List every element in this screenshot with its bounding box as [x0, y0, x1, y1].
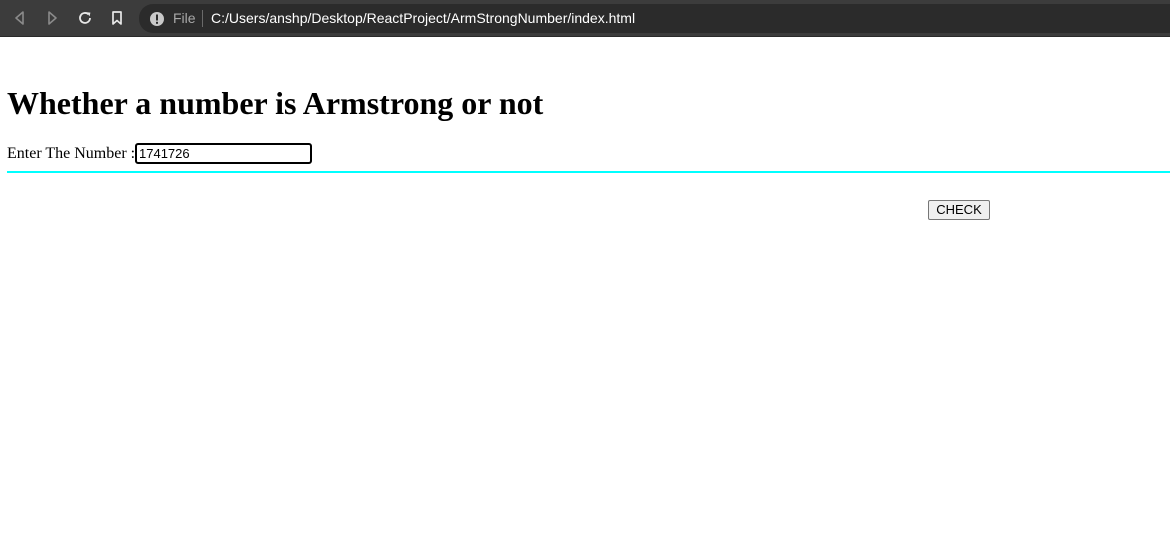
divider-line	[7, 171, 1170, 173]
bookmark-icon[interactable]	[107, 8, 127, 28]
browser-toolbar: File C:/Users/anshp/Desktop/ReactProject…	[0, 0, 1170, 37]
number-input-label: Enter The Number :	[7, 145, 136, 162]
info-icon[interactable]	[149, 11, 165, 27]
reload-icon[interactable]	[75, 8, 95, 28]
address-divider	[202, 10, 203, 27]
back-icon[interactable]	[10, 8, 30, 28]
check-button[interactable]: CHECK	[928, 200, 990, 220]
url-text[interactable]: C:/Users/anshp/Desktop/ReactProject/ArmS…	[211, 10, 635, 26]
number-input[interactable]	[135, 143, 312, 164]
page-title: Whether a number is Armstrong or not	[7, 85, 544, 121]
address-bar[interactable]: File C:/Users/anshp/Desktop/ReactProject…	[139, 4, 1170, 33]
forward-icon[interactable]	[42, 8, 62, 28]
scheme-label: File	[173, 10, 196, 26]
page-content: Whether a number is Armstrong or not Ent…	[0, 37, 1170, 533]
